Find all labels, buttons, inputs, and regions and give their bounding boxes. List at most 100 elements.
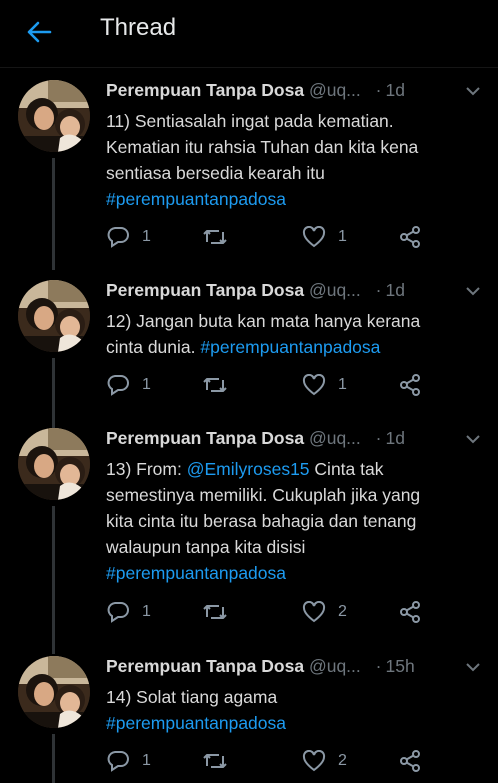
reply-button[interactable]: 1 [106,224,151,250]
text-line: cinta dunia. #perempuantanpadosa [106,334,491,360]
mention-link[interactable]: @Emilyroses15 [187,459,310,479]
author-name[interactable]: Perempuan Tanpa Dosa [106,656,304,676]
share-button[interactable] [398,224,422,250]
text-fragment: 13) From: [106,459,182,479]
text-line: 12) Jangan buta kan mata hanya kerana [106,311,421,331]
tweet-text: 13) From: @Emilyroses15 Cinta tak semest… [106,456,491,586]
tweet-text: 12) Jangan buta kan mata hanya kerana ci… [106,308,491,360]
share-icon [400,750,420,772]
hashtag-link[interactable]: #perempuantanpadosa [106,560,491,586]
back-arrow-icon[interactable] [24,17,54,47]
reply-button[interactable]: 1 [106,748,151,774]
retweet-button[interactable] [202,748,228,774]
timestamp[interactable]: 1d [385,280,404,300]
text-line: 14) Solat tiang agama [106,687,278,707]
tweet-14[interactable]: Perempuan Tanpa Dosa @uq... · 15h 14) Sol… [0,656,498,783]
like-count: 1 [338,376,347,393]
retweet-icon [203,605,227,619]
author-handle[interactable]: @uq... [309,280,361,300]
reply-icon [107,751,129,772]
tweet-text: 11) Sentiasalah ingat pada kematian. Kem… [106,108,491,212]
author-name[interactable]: Perempuan Tanpa Dosa [106,280,304,300]
separator: · [375,280,382,300]
like-button[interactable]: 1 [302,224,347,250]
author-handle[interactable]: @uq... [309,428,361,448]
tweet-header: Perempuan Tanpa Dosa @uq... · 1d [106,80,486,106]
caret-down-icon[interactable] [464,284,482,298]
thread-connector [52,734,55,783]
author-name[interactable]: Perempuan Tanpa Dosa [106,428,304,448]
header-divider [0,67,498,68]
action-bar: 1 2 [106,599,436,625]
text-line: walaupun tanpa kita disisi [106,537,306,557]
text-line: kita cinta itu berasa bahagia dan tenang [106,511,417,531]
retweet-button[interactable] [202,372,228,398]
top-bar: Thread [0,0,498,62]
thread-connector [52,158,55,270]
like-button[interactable]: 2 [302,748,347,774]
tweet-header: Perempuan Tanpa Dosa @uq... · 1d [106,280,486,306]
reply-count: 1 [142,603,151,620]
share-icon [400,226,420,248]
share-button[interactable] [398,599,422,625]
separator: · [375,656,382,676]
author-handle[interactable]: @uq... [309,80,361,100]
avatar[interactable] [18,280,90,352]
author-name[interactable]: Perempuan Tanpa Dosa [106,80,304,100]
reply-button[interactable]: 1 [106,599,151,625]
thread-connector [52,506,55,654]
reply-icon [107,602,129,623]
retweet-icon [203,378,227,392]
like-count: 2 [338,603,347,620]
like-button[interactable]: 1 [302,372,347,398]
reply-icon [107,375,129,396]
reply-icon [107,227,129,248]
tweet-12[interactable]: Perempuan Tanpa Dosa @uq... · 1d 12) Jang… [0,280,498,428]
like-count: 1 [338,228,347,245]
text-line: 11) Sentiasalah ingat pada kematian. [106,111,394,131]
like-icon [302,601,326,623]
share-button[interactable] [398,748,422,774]
like-icon [302,226,326,248]
timestamp[interactable]: 1d [385,80,404,100]
retweet-button[interactable] [202,224,228,250]
action-bar: 1 1 [106,372,436,398]
avatar[interactable] [18,656,90,728]
retweet-button[interactable] [202,599,228,625]
reply-count: 1 [142,228,151,245]
caret-down-icon[interactable] [464,84,482,98]
reply-count: 1 [142,376,151,393]
separator: · [375,428,382,448]
reply-button[interactable]: 1 [106,372,151,398]
share-button[interactable] [398,372,422,398]
thread-connector [52,358,55,428]
tweet-text: 14) Solat tiang agama #perempuantanpados… [106,684,491,736]
avatar[interactable] [18,428,90,500]
author-handle[interactable]: @uq... [309,656,361,676]
hashtag-link[interactable]: #perempuantanpadosa [200,337,380,357]
timestamp[interactable]: 15h [385,656,414,676]
caret-down-icon[interactable] [464,432,482,446]
avatar[interactable] [18,80,90,152]
like-button[interactable]: 2 [302,599,347,625]
timestamp[interactable]: 1d [385,428,404,448]
text-line: 13) From: @Emilyroses15 Cinta tak [106,456,491,482]
text-line: Kematian itu rahsia Tuhan dan kita kena [106,137,419,157]
text-fragment: cinta dunia. [106,337,196,357]
action-bar: 1 1 [106,224,436,250]
hashtag-link[interactable]: #perempuantanpadosa [106,186,491,212]
retweet-icon [203,230,227,244]
tweet-header: Perempuan Tanpa Dosa @uq... · 15h [106,656,486,682]
like-icon [302,374,326,396]
text-fragment: Cinta tak [314,459,384,479]
share-icon [400,601,420,623]
separator: · [375,80,382,100]
like-count: 2 [338,752,347,769]
hashtag-link[interactable]: #perempuantanpadosa [106,710,491,736]
caret-down-icon[interactable] [464,660,482,674]
tweet-13[interactable]: Perempuan Tanpa Dosa @uq... · 1d 13) From… [0,428,498,654]
tweet-11[interactable]: Perempuan Tanpa Dosa @uq... · 1d 11) Sent… [0,80,498,270]
text-line: sentiasa bersedia kearah itu [106,163,325,183]
action-bar: 1 2 [106,748,436,774]
reply-count: 1 [142,752,151,769]
